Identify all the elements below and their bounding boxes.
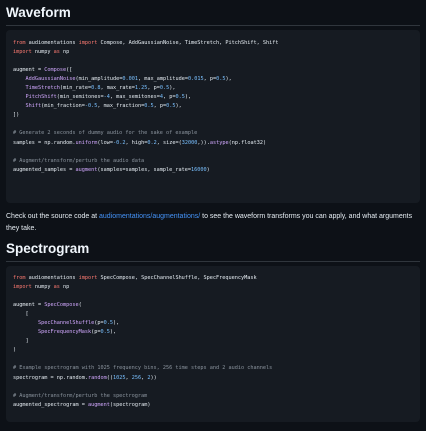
code-text: , p= — [203, 76, 217, 83]
code-text: ) — [13, 347, 17, 354]
code-comment: # Generate 2 seconds of dummy audio for … — [13, 130, 198, 137]
code-imports: SpecCompose, SpecChannelShuffle, SpecFre… — [100, 275, 257, 281]
code-text: , p= — [147, 85, 160, 92]
code-text: ), — [112, 320, 120, 327]
code-text: , size=( — [156, 139, 182, 146]
code-alias: np — [63, 49, 70, 56]
code-text: , max_amplitude= — [137, 76, 188, 83]
code-text: , max_rate= — [100, 85, 135, 92]
code-number: -0.5 — [84, 103, 98, 110]
code-text: (min_rate= — [59, 85, 92, 92]
code-keyword: from — [13, 275, 26, 281]
code-text: (min_fraction= — [41, 103, 85, 110]
code-text: )) — [150, 374, 157, 381]
waveform-heading: Waveform — [6, 5, 71, 20]
code-text: ,)). — [197, 139, 210, 146]
code-text: (np.float32) — [228, 139, 267, 146]
code-text: ([ — [66, 67, 73, 74]
code-text: (samples=samples, sample_rate= — [97, 166, 192, 173]
code-text: augment = — [13, 67, 45, 74]
code-text: ), — [175, 103, 182, 110]
code-function: Shift — [25, 103, 42, 110]
code-function: SpecFrequencyMask — [38, 329, 92, 336]
code-text: samples = np.random. — [13, 139, 76, 146]
code-number: -0.2 — [112, 139, 126, 146]
prose-text: Check out the source code at — [6, 213, 99, 220]
code-comment: # Example spectrogram with 1025 frequenc… — [13, 365, 273, 372]
code-function: random — [87, 374, 107, 381]
code-text: , high= — [125, 139, 148, 146]
code-text: (low= — [97, 139, 113, 146]
code-function: SpecCompose — [44, 302, 79, 309]
code-keyword: import — [13, 284, 32, 291]
code-text: augmented_spectrogram = — [13, 401, 88, 408]
code-text: , p= — [162, 94, 176, 101]
code-text: ) — [206, 166, 210, 173]
code-text: ]) — [13, 112, 20, 119]
code-alias: np — [63, 284, 70, 291]
code-keyword: from — [13, 40, 26, 46]
readme-content: Waveform from audiomentations import Com… — [0, 0, 426, 422]
code-number: 0.5 — [100, 329, 110, 336]
code-text: ( — [78, 302, 82, 309]
code-number: 0.001 — [122, 76, 138, 83]
code-module: numpy — [34, 284, 51, 291]
code-text: spectrogram = np.random. — [13, 374, 88, 381]
code-comment: # Augment/transform/perturb the spectrog… — [13, 392, 148, 399]
code-function: augment — [75, 166, 98, 173]
code-text: , p= — [153, 103, 167, 110]
code-number: 0.5 — [175, 94, 185, 101]
code-text: (min_semitones= — [56, 94, 104, 101]
code-text: ), — [225, 76, 232, 83]
waveform-code-block[interactable]: from audiomentations import Compose, Add… — [6, 30, 420, 203]
code-number: 1025 — [112, 374, 126, 381]
code-keyword: import — [78, 275, 98, 281]
code-keyword: as — [53, 284, 60, 291]
spectrogram-heading: Spectrogram — [6, 241, 90, 256]
code-function: SpecChannelShuffle — [38, 320, 95, 327]
code-module: audiomentations — [28, 40, 76, 46]
code-text: ), — [169, 85, 176, 92]
spectrogram-code-block[interactable]: from audiomentations import SpecCompose,… — [6, 266, 420, 422]
code-text: (p= — [94, 320, 104, 327]
code-number: 0.015 — [187, 76, 204, 83]
code-comment: # Augment/transform/perturb the audio da… — [13, 157, 145, 164]
code-number: 256 — [131, 374, 142, 381]
code-function: TimeStretch — [25, 85, 60, 92]
code-number: 1.25 — [134, 85, 148, 92]
code-imports: Compose, AddGaussianNoise, TimeStretch, … — [100, 40, 279, 46]
code-text: [ — [25, 311, 29, 318]
code-keyword: import — [78, 40, 98, 46]
code-number: 0.5 — [144, 103, 154, 110]
code-module: numpy — [34, 49, 51, 56]
code-number: 0.2 — [147, 139, 157, 146]
code-number: 0.5 — [159, 85, 170, 92]
code-function: augment — [87, 401, 110, 408]
code-keyword: as — [53, 49, 60, 56]
code-text: ), — [184, 94, 192, 101]
code-text: , max_semitones= — [109, 94, 160, 101]
heading-divider — [6, 261, 420, 262]
code-number: 16000 — [191, 166, 207, 173]
code-text: augment = — [13, 302, 45, 309]
code-module: audiomentations — [28, 275, 76, 281]
code-keyword: import — [13, 49, 32, 56]
waveform-description: Check out the source code at audiomentat… — [6, 211, 414, 234]
code-text: (min_amplitude= — [75, 76, 123, 83]
code-text: , max_fraction= — [97, 103, 145, 110]
code-function: PitchShift — [25, 94, 57, 101]
code-function: astype — [209, 139, 229, 146]
code-function: uniform — [75, 139, 98, 146]
code-text: ), — [109, 329, 117, 336]
heading-divider — [6, 25, 420, 26]
code-function: Compose — [44, 67, 67, 74]
code-function: AddGaussianNoise — [25, 76, 76, 83]
code-number: 32000 — [181, 139, 198, 146]
augmentations-source-link[interactable]: audiomentations/augmentations/ — [99, 213, 200, 220]
code-text: (spectrogram) — [109, 401, 151, 408]
code-number: 0.5 — [103, 320, 113, 327]
code-text: augmented_samples = — [13, 166, 76, 173]
code-text: ] — [25, 338, 29, 345]
